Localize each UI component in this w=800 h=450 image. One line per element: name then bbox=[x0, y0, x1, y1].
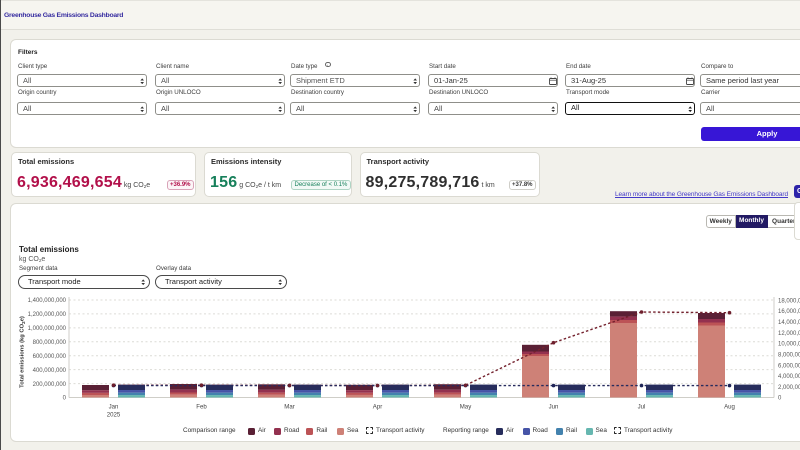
svg-text:400,000,000: 400,000,000 bbox=[33, 368, 67, 374]
svg-text:Jun: Jun bbox=[549, 404, 559, 411]
svg-text:2025: 2025 bbox=[107, 412, 121, 419]
svg-text:16,000,000,000: 16,000,000,000 bbox=[778, 309, 800, 315]
svg-text:Feb: Feb bbox=[196, 404, 207, 411]
svg-text:10,000,000,000: 10,000,000,000 bbox=[778, 342, 800, 348]
svg-text:6,000,000,000: 6,000,000,000 bbox=[778, 363, 800, 369]
svg-text:Jan: Jan bbox=[109, 404, 119, 411]
svg-text:1,000,000,000: 1,000,000,000 bbox=[28, 326, 67, 332]
svg-text:1,400,000,000: 1,400,000,000 bbox=[28, 298, 67, 304]
svg-text:200,000,000: 200,000,000 bbox=[33, 382, 67, 388]
svg-text:600,000,000: 600,000,000 bbox=[33, 354, 67, 360]
svg-text:Total emissions (kg CO2e): Total emissions (kg CO2e) bbox=[20, 316, 26, 388]
svg-text:Mar: Mar bbox=[284, 404, 295, 411]
svg-text:0: 0 bbox=[778, 396, 782, 402]
svg-text:18,000,000,000: 18,000,000,000 bbox=[778, 298, 800, 304]
svg-text:May: May bbox=[460, 404, 472, 411]
svg-text:14,000,000,000: 14,000,000,000 bbox=[778, 320, 800, 326]
svg-text:800,000,000: 800,000,000 bbox=[33, 340, 67, 346]
svg-text:Jul: Jul bbox=[638, 404, 646, 411]
svg-text:8,000,000,000: 8,000,000,000 bbox=[778, 352, 800, 358]
svg-text:2,000,000,000: 2,000,000,000 bbox=[778, 385, 800, 391]
svg-text:4,000,000,000: 4,000,000,000 bbox=[778, 374, 800, 380]
svg-text:Apr: Apr bbox=[373, 404, 382, 411]
svg-text:0: 0 bbox=[63, 396, 67, 402]
svg-text:Aug: Aug bbox=[724, 404, 735, 411]
svg-text:1,200,000,000: 1,200,000,000 bbox=[28, 312, 67, 318]
svg-text:12,000,000,000: 12,000,000,000 bbox=[778, 331, 800, 337]
